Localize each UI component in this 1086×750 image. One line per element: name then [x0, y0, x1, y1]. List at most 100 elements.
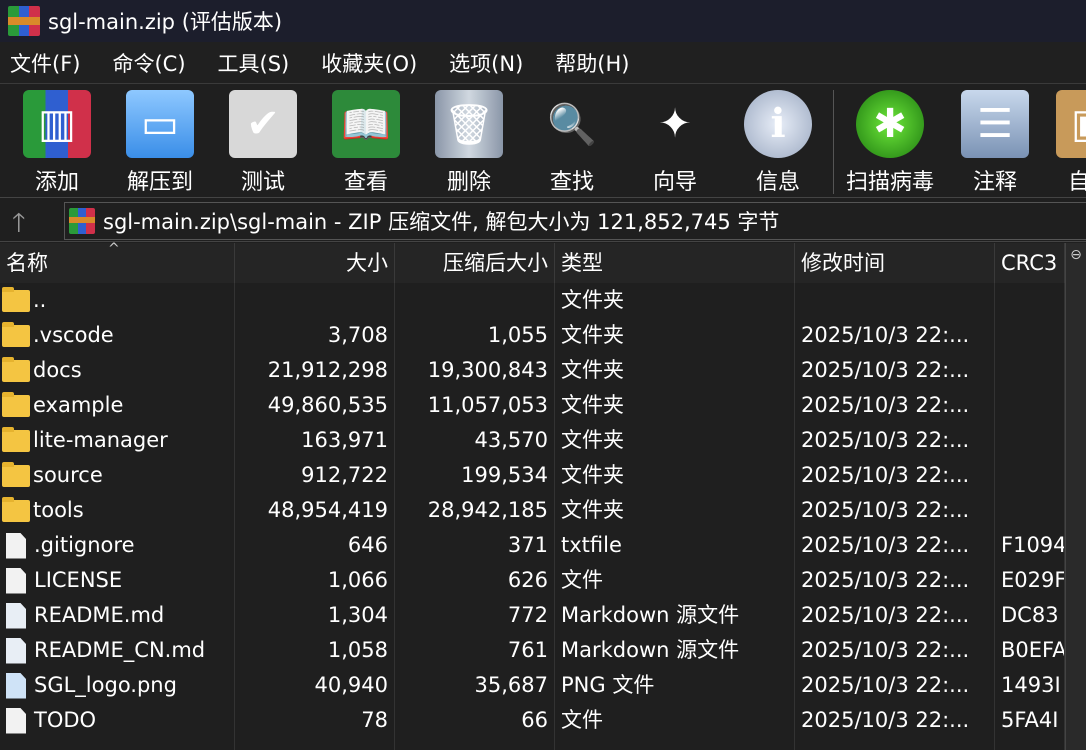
up-arrow-icon[interactable]: 🡑 — [12, 204, 26, 248]
archive-icon — [69, 208, 95, 234]
cell-name: .gitignore — [0, 528, 235, 563]
empty-cell — [995, 738, 1065, 750]
column-header-4[interactable]: 修改时间 — [795, 243, 995, 283]
table-row[interactable]: example 49,860,535 11,057,053 文件夹 2025/10/3 … — [0, 388, 1065, 423]
toolbar-button-wizard-wand[interactable]: ✦ 向导 — [630, 90, 720, 196]
table-row[interactable]: README.md 1,304 772 Markdown 源文件 2025/10/3 2… — [0, 598, 1065, 633]
column-header-5[interactable]: CRC3 — [995, 243, 1065, 283]
cell-packed: 43,570 — [395, 423, 555, 458]
empty-cell — [395, 738, 555, 750]
toolbar-label: 信息 — [755, 170, 800, 195]
menu-item[interactable]: 命令(C) — [112, 48, 185, 78]
folder-icon — [2, 461, 30, 487]
file-name: source — [33, 463, 103, 487]
toolbar-button-trash[interactable]: 🗑 删除 — [424, 90, 514, 196]
magnifier-icon: 🔍 — [547, 101, 597, 148]
toolbar-label: 解压到 — [126, 170, 193, 195]
cell-size: 646 — [235, 528, 395, 563]
cell-packed: 1,055 — [395, 318, 555, 353]
cell-size: 3,708 — [235, 318, 395, 353]
toolbar-button-virus-scan[interactable]: ✱ 扫描病毒 — [845, 90, 935, 196]
address-field[interactable]: sgl-main.zip\sgl-main - ZIP 压缩文件, 解包大小为 … — [64, 202, 1086, 240]
vertical-scrollbar[interactable]: ⊖ — [1065, 243, 1086, 750]
cell-type: txtfile — [555, 528, 795, 563]
menu-bar: 文件(F) 命令(C) 工具(S) 收藏夹(O) 选项(N) 帮助(H) — [0, 42, 1086, 84]
empty-cell — [555, 738, 795, 750]
table-row[interactable]: .gitignore 646 371 txtfile 2025/10/3 22:... F… — [0, 528, 1065, 563]
cell-name: .. — [0, 283, 235, 318]
file-name: docs — [33, 358, 82, 382]
toolbar-button-test-clipboard[interactable]: ✔ 测试 — [218, 90, 308, 196]
column-options-icon[interactable]: ⊖ — [1066, 247, 1086, 263]
table-row[interactable]: README_CN.md 1,058 761 Markdown 源文件 2025/10/… — [0, 633, 1065, 668]
folder-icon — [2, 391, 30, 417]
cell-size: 40,940 — [235, 668, 395, 703]
table-row[interactable]: lite-manager 163,971 43,570 文件夹 2025/10/3 22… — [0, 423, 1065, 458]
menu-item[interactable]: 收藏夹(O) — [321, 48, 417, 78]
cell-packed: 772 — [395, 598, 555, 633]
file-name: .gitignore — [34, 533, 135, 557]
extract-folder-icon: ▭ — [126, 90, 194, 158]
file-name: tools — [33, 498, 84, 522]
cell-name: source — [0, 458, 235, 493]
cell-modified: 2025/10/3 22:... — [795, 493, 995, 528]
file-icon — [6, 532, 26, 559]
toolbar-button-add-archive[interactable]: ▥ 添加 — [12, 90, 102, 196]
table-row[interactable]: .vscode 3,708 1,055 文件夹 2025/10/3 22:... — [0, 318, 1065, 353]
cell-size: 163,971 — [235, 423, 395, 458]
cell-name: example — [0, 388, 235, 423]
cell-crc — [995, 353, 1065, 388]
toolbar-separator — [833, 90, 834, 194]
cell-name: lite-manager — [0, 423, 235, 458]
cell-type: Markdown 源文件 — [555, 633, 795, 668]
menu-item[interactable]: 帮助(H) — [555, 48, 629, 78]
file-name: SGL_logo.png — [34, 673, 177, 697]
toolbar-button-info[interactable]: ℹ 信息 — [733, 90, 823, 196]
cell-name: LICENSE — [0, 563, 235, 598]
cell-size: 49,860,535 — [235, 388, 395, 423]
table-row[interactable]: docs 21,912,298 19,300,843 文件夹 2025/10/3 22:… — [0, 353, 1065, 388]
file-name: .vscode — [33, 323, 114, 347]
cell-packed — [395, 283, 555, 318]
column-header-1[interactable]: 大小 — [235, 243, 395, 283]
column-header-0[interactable]: 名称 ^ — [0, 241, 235, 283]
cell-type: 文件夹 — [555, 353, 795, 388]
column-header-2[interactable]: 压缩后大小 — [395, 243, 555, 283]
table-row[interactable]: source 912,722 199,534 文件夹 2025/10/3 22:... — [0, 458, 1065, 493]
column-header-3[interactable]: 类型 — [555, 243, 795, 283]
menu-item[interactable]: 文件(F) — [10, 48, 80, 78]
table-row[interactable]: tools 48,954,419 28,942,185 文件夹 2025/10/3 22… — [0, 493, 1065, 528]
cell-type: 文件夹 — [555, 423, 795, 458]
file-name: lite-manager — [33, 428, 168, 452]
table-row[interactable]: SGL_logo.png 40,940 35,687 PNG 文件 2025/10/3 … — [0, 668, 1065, 703]
cell-size: 1,304 — [235, 598, 395, 633]
test-clipboard-icon: ✔ — [229, 90, 297, 158]
toolbar-button-sfx-box[interactable]: ▣ 自解 — [1045, 90, 1086, 196]
file-name: example — [33, 393, 124, 417]
cell-size: 1,066 — [235, 563, 395, 598]
table-row[interactable]: LICENSE 1,066 626 文件 2025/10/3 22:... E029F — [0, 563, 1065, 598]
virus-scan-icon: ✱ — [856, 90, 924, 158]
menu-item[interactable]: 选项(N) — [449, 48, 523, 78]
folder-icon — [2, 356, 30, 382]
address-bar: 🡑 sgl-main.zip\sgl-main - ZIP 压缩文件, 解包大小… — [0, 200, 1086, 242]
window-title: sgl-main.zip (评估版本) — [48, 10, 283, 34]
file-name: .. — [33, 288, 47, 312]
table-row[interactable]: .. 文件夹 — [0, 283, 1065, 318]
folder-icon — [2, 496, 30, 522]
toolbar-button-view-book[interactable]: 📖 查看 — [321, 90, 411, 196]
cell-type: 文件夹 — [555, 283, 795, 318]
cell-crc — [995, 318, 1065, 353]
toolbar-button-extract-folder[interactable]: ▭ 解压到 — [115, 90, 205, 196]
menu-item[interactable]: 工具(S) — [218, 48, 290, 78]
folder-icon — [2, 426, 30, 452]
cell-crc — [995, 283, 1065, 318]
toolbar-label: 向导 — [652, 170, 697, 195]
cell-modified: 2025/10/3 22:... — [795, 633, 995, 668]
file-icon — [6, 567, 26, 594]
toolbar-button-magnifier[interactable]: 🔍 查找 — [527, 90, 617, 196]
toolbar-button-comment[interactable]: ☰ 注释 — [950, 90, 1040, 196]
toolbar-label: 扫描病毒 — [845, 170, 934, 195]
cell-name: TODO — [0, 703, 235, 738]
table-row[interactable]: TODO 78 66 文件 2025/10/3 22:... 5FA4I — [0, 703, 1065, 738]
